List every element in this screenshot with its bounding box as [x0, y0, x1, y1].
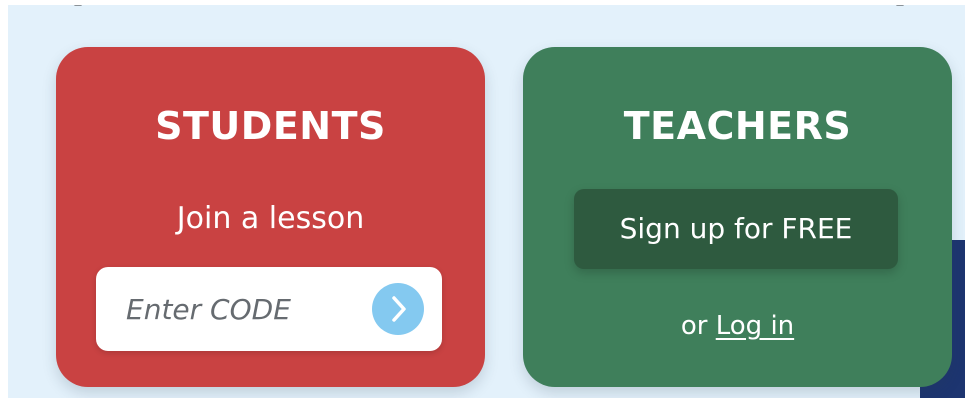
- chevron-right-icon: [392, 296, 406, 322]
- login-link[interactable]: Log in: [716, 311, 794, 341]
- teachers-title: TEACHERS: [623, 104, 852, 148]
- students-title: STUDENTS: [155, 104, 386, 148]
- page-background: STUDENTS Join a lesson TEACHERS Sign up …: [0, 0, 965, 403]
- code-entry-box: [96, 267, 442, 351]
- left-edge-strip: [0, 0, 8, 403]
- join-lesson-button[interactable]: [372, 283, 424, 335]
- signup-free-button[interactable]: Sign up for FREE: [574, 189, 898, 269]
- login-line: or Log in: [523, 309, 952, 343]
- teachers-card: TEACHERS Sign up for FREE or Log in: [523, 47, 952, 387]
- login-prefix: or: [680, 311, 708, 341]
- join-lesson-label: Join a lesson: [176, 201, 365, 236]
- bottom-edge-strip: [0, 398, 965, 403]
- students-card: STUDENTS Join a lesson: [56, 47, 485, 387]
- top-edge-strip: [0, 0, 965, 5]
- lesson-code-input[interactable]: [126, 289, 346, 329]
